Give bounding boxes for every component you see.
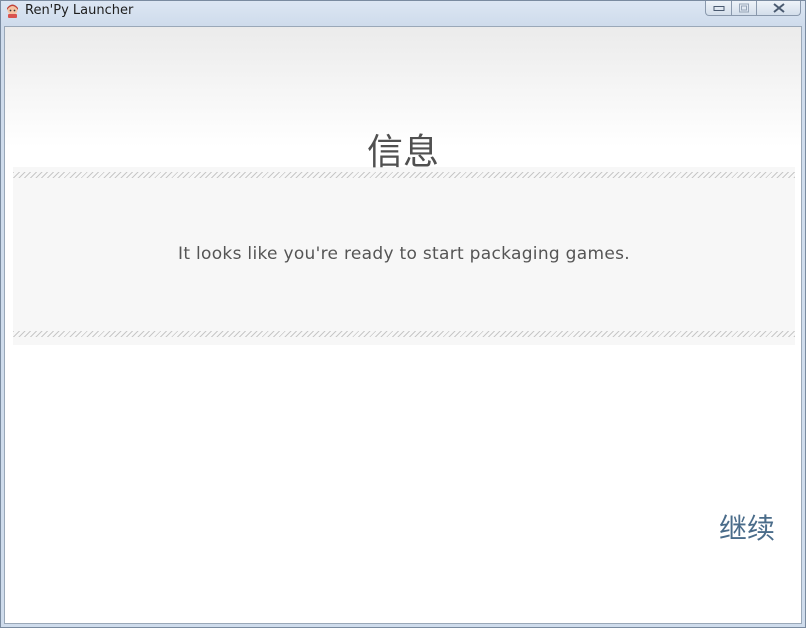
close-icon <box>772 3 785 13</box>
caption-buttons <box>705 1 801 17</box>
launcher-content: It looks like you're ready to start pack… <box>4 26 802 624</box>
title-bar[interactable]: Ren'Py Launcher <box>1 1 805 23</box>
minimize-button[interactable] <box>705 1 732 16</box>
message-panel: It looks like you're ready to start pack… <box>13 167 795 345</box>
minimize-icon <box>713 6 724 11</box>
dialog-title: 信息 <box>366 132 439 173</box>
continue-button[interactable]: 继续 <box>719 511 775 547</box>
maximize-button[interactable] <box>732 1 757 16</box>
launcher-window: Ren'Py Launcher It looks like you're rea… <box>0 0 806 628</box>
bottom-hatch-divider <box>13 331 795 337</box>
window-title: Ren'Py Launcher <box>25 3 134 18</box>
header-gradient <box>5 27 801 147</box>
info-message: It looks like you're ready to start pack… <box>178 244 630 264</box>
close-button[interactable] <box>757 1 801 16</box>
maximize-icon <box>739 3 749 13</box>
renpy-app-icon <box>5 4 20 19</box>
